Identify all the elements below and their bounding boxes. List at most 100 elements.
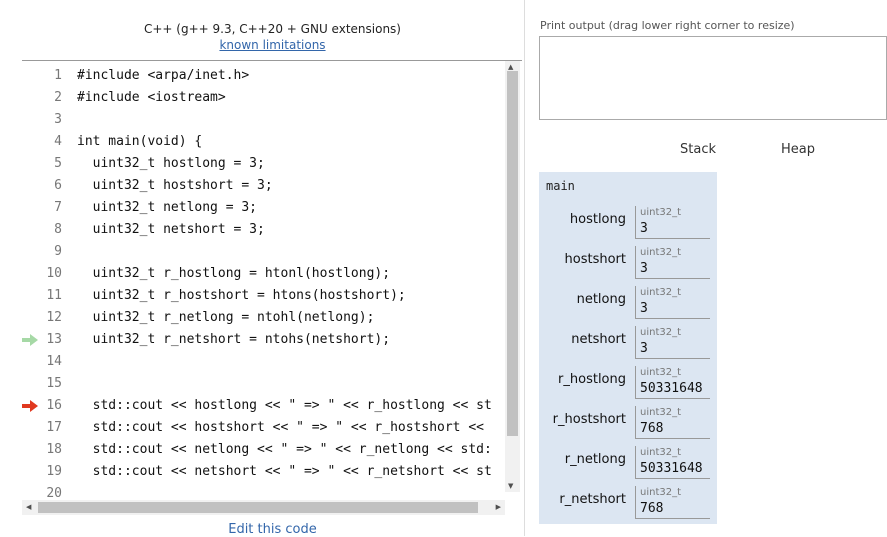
variable-value-box: uint32_t 3 bbox=[635, 206, 710, 239]
variable-name: hostlong bbox=[569, 212, 626, 227]
edit-code-link[interactable]: Edit this code bbox=[0, 522, 545, 537]
just-executed-arrow-icon bbox=[22, 334, 38, 346]
variable-value-box: uint32_t 50331648 bbox=[635, 366, 710, 399]
code-line[interactable]: 6 uint32_t hostshort = 3; bbox=[22, 175, 505, 197]
line-number[interactable]: 12 bbox=[22, 307, 62, 329]
line-code: #include <iostream> bbox=[77, 90, 226, 105]
code-line[interactable]: 7 uint32_t netlong = 3; bbox=[22, 197, 505, 219]
variable-value-box: uint32_t 50331648 bbox=[635, 446, 710, 479]
line-number[interactable]: 15 bbox=[22, 373, 62, 395]
line-number[interactable]: 3 bbox=[22, 109, 62, 131]
scroll-down-icon[interactable]: ▼ bbox=[508, 482, 513, 490]
language-title: C++ (g++ 9.3, C++20 + GNU extensions) bbox=[144, 22, 401, 36]
scroll-up-icon[interactable]: ▲ bbox=[508, 63, 513, 71]
line-code: #include <arpa/inet.h> bbox=[77, 68, 250, 83]
line-code: std::cout << netlong << " => " << r_netl… bbox=[77, 442, 492, 457]
stack-header: Stack bbox=[680, 142, 716, 157]
code-line[interactable]: 10 uint32_t r_hostlong = htonl(hostlong)… bbox=[22, 263, 505, 285]
variable-value-box: uint32_t 768 bbox=[635, 486, 710, 519]
line-number[interactable]: 7 bbox=[22, 197, 62, 219]
variable-value-box: uint32_t 768 bbox=[635, 406, 710, 439]
variable-value: 50331648 bbox=[640, 381, 703, 396]
vertical-scrollbar[interactable]: ▲ ▼ bbox=[505, 61, 520, 492]
variable-type: uint32_t bbox=[640, 247, 682, 258]
variable-name: r_hostlong bbox=[558, 372, 626, 387]
variable-value: 768 bbox=[640, 421, 664, 436]
line-code: uint32_t hostshort = 3; bbox=[77, 178, 273, 193]
vertical-scroll-thumb[interactable] bbox=[507, 71, 518, 436]
variable-name: r_hostshort bbox=[552, 412, 626, 427]
line-number[interactable]: 4 bbox=[22, 131, 62, 153]
heap-header: Heap bbox=[781, 142, 815, 157]
code-line[interactable]: 5 uint32_t hostlong = 3; bbox=[22, 153, 505, 175]
line-number[interactable]: 5 bbox=[22, 153, 62, 175]
line-number[interactable]: 1 bbox=[22, 65, 62, 87]
variable-name: r_netlong bbox=[564, 452, 626, 467]
variable-type: uint32_t bbox=[640, 367, 682, 378]
line-code: uint32_t netlong = 3; bbox=[77, 200, 258, 215]
code-line[interactable]: 12 uint32_t r_netlong = ntohl(netlong); bbox=[22, 307, 505, 329]
variable-value: 768 bbox=[640, 501, 664, 516]
line-number[interactable]: 8 bbox=[22, 219, 62, 241]
variable-type: uint32_t bbox=[640, 407, 682, 418]
code-line[interactable]: 17 std::cout << hostshort << " => " << r… bbox=[22, 417, 505, 439]
variable-value-box: uint32_t 3 bbox=[635, 286, 710, 319]
line-number[interactable]: 18 bbox=[22, 439, 62, 461]
line-code: uint32_t netshort = 3; bbox=[77, 222, 265, 237]
line-number[interactable]: 11 bbox=[22, 285, 62, 307]
line-number[interactable]: 9 bbox=[22, 241, 62, 263]
code-line[interactable]: 15 bbox=[22, 373, 505, 395]
variable-value: 3 bbox=[640, 261, 648, 276]
variable-name: netshort bbox=[571, 332, 626, 347]
code-line[interactable]: 3 bbox=[22, 109, 505, 131]
line-number[interactable]: 17 bbox=[22, 417, 62, 439]
variable-value: 3 bbox=[640, 341, 648, 356]
code-line[interactable]: 14 bbox=[22, 351, 505, 373]
horizontal-scrollbar[interactable]: ◀ ▶ bbox=[22, 500, 505, 515]
code-editor[interactable]: 1 #include <arpa/inet.h> 2 #include <iostre… bbox=[22, 60, 522, 520]
code-line[interactable]: 9 bbox=[22, 241, 505, 263]
variable-type: uint32_t bbox=[640, 207, 682, 218]
line-code: uint32_t hostlong = 3; bbox=[77, 156, 265, 171]
horizontal-scroll-thumb[interactable] bbox=[38, 502, 478, 513]
line-code: uint32_t r_netshort = ntohs(netshort); bbox=[77, 332, 391, 347]
code-line[interactable]: 19 std::cout << netshort << " => " << r_… bbox=[22, 461, 505, 483]
known-limitations-link[interactable]: known limitations bbox=[0, 38, 545, 52]
variable-value-box: uint32_t 3 bbox=[635, 246, 710, 279]
code-line[interactable]: 4 int main(void) { bbox=[22, 131, 505, 153]
line-code: uint32_t r_hostlong = htonl(hostlong); bbox=[77, 266, 391, 281]
line-number[interactable]: 2 bbox=[22, 87, 62, 109]
line-code: int main(void) { bbox=[77, 134, 203, 149]
variable-name: netlong bbox=[576, 292, 626, 307]
line-code: uint32_t r_netlong = ntohl(netlong); bbox=[77, 310, 375, 325]
scroll-left-icon[interactable]: ◀ bbox=[26, 503, 31, 511]
stack-frame-main: main hostlong uint32_t 3 hostshort uint32_t 3… bbox=[539, 172, 717, 524]
print-output-label: Print output (drag lower right corner to… bbox=[540, 19, 795, 32]
variable-type: uint32_t bbox=[640, 487, 682, 498]
line-number[interactable]: 6 bbox=[22, 175, 62, 197]
code-line[interactable]: 16 std::cout << hostlong << " => " << r_… bbox=[22, 395, 505, 417]
code-line[interactable]: 2 #include <iostream> bbox=[22, 87, 505, 109]
code-line[interactable]: 1 #include <arpa/inet.h> bbox=[22, 65, 505, 87]
variable-name: hostshort bbox=[564, 252, 626, 267]
print-output-box[interactable] bbox=[539, 36, 887, 120]
variable-value: 3 bbox=[640, 301, 648, 316]
variable-value-box: uint32_t 3 bbox=[635, 326, 710, 359]
code-line[interactable]: 8 uint32_t netshort = 3; bbox=[22, 219, 505, 241]
line-code: std::cout << netshort << " => " << r_net… bbox=[77, 464, 492, 479]
line-code: std::cout << hostlong << " => " << r_hos… bbox=[77, 398, 492, 413]
line-number[interactable]: 14 bbox=[22, 351, 62, 373]
variable-value: 50331648 bbox=[640, 461, 703, 476]
line-code: std::cout << hostshort << " => " << r_ho… bbox=[77, 420, 484, 435]
frame-name: main bbox=[546, 179, 575, 193]
variable-type: uint32_t bbox=[640, 327, 682, 338]
code-line[interactable]: 11 uint32_t r_hostshort = htons(hostshor… bbox=[22, 285, 505, 307]
code-line[interactable]: 13 uint32_t r_netshort = ntohs(netshort)… bbox=[22, 329, 505, 351]
next-line-arrow-icon bbox=[22, 400, 38, 412]
variable-type: uint32_t bbox=[640, 287, 682, 298]
line-number[interactable]: 19 bbox=[22, 461, 62, 483]
line-number[interactable]: 10 bbox=[22, 263, 62, 285]
panel-divider bbox=[524, 0, 525, 536]
scroll-right-icon[interactable]: ▶ bbox=[496, 503, 501, 511]
code-line[interactable]: 18 std::cout << netlong << " => " << r_n… bbox=[22, 439, 505, 461]
